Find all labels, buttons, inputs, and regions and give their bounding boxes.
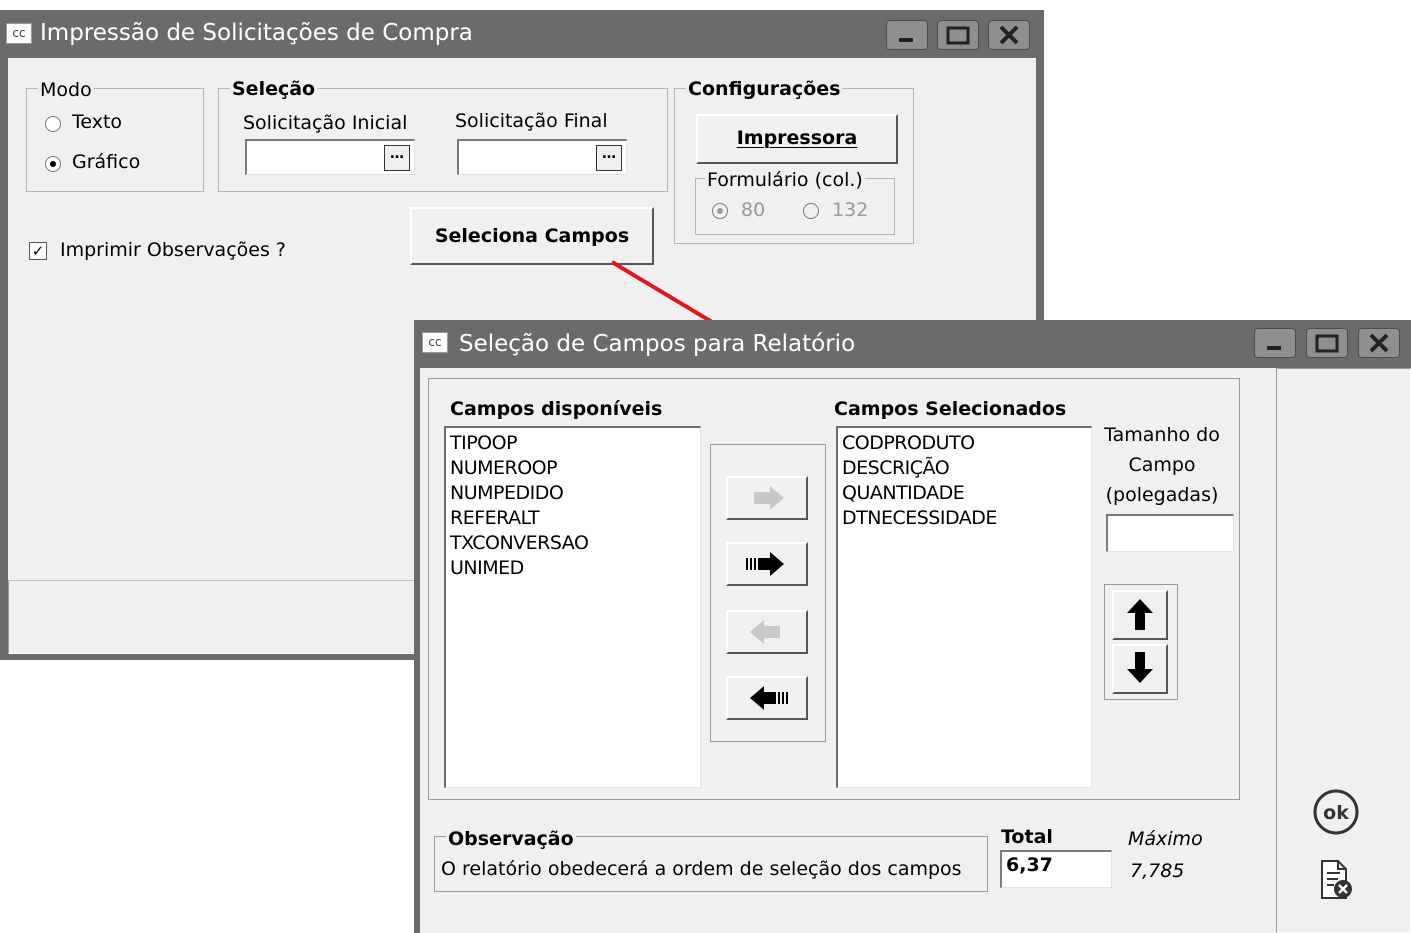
window2-title: Seleção de Campos para Relatório	[459, 331, 856, 357]
maximum-label: Máximo	[1128, 828, 1203, 850]
maximize-icon	[1315, 334, 1339, 353]
selected-fields-list[interactable]: CODPRODUTO DESCRIÇÃO QUANTIDADE DTNECESS…	[836, 426, 1092, 788]
move-left-button[interactable]	[726, 610, 808, 654]
action-column	[1276, 368, 1411, 933]
ok-icon: ok	[1313, 789, 1359, 835]
window2-titlebar[interactable]: cc Seleção de Campos para Relatório	[414, 320, 1411, 368]
maximize-button-2[interactable]	[1306, 328, 1348, 358]
selected-fields-label: Campos Selecionados	[834, 398, 1067, 420]
move-all-left-button[interactable]	[726, 676, 808, 720]
field-size-input[interactable]	[1106, 514, 1234, 552]
list-item[interactable]: UNIMED	[450, 556, 696, 581]
list-item[interactable]: NUMPEDIDO	[450, 481, 696, 506]
field-selection-window: cc Seleção de Campos para Relatório Camp…	[414, 320, 1411, 933]
list-item[interactable]: DESCRIÇÃO	[842, 456, 1087, 481]
close-icon	[1369, 333, 1389, 353]
move-up-icon	[1127, 599, 1153, 630]
ok-glyph: ok	[1323, 802, 1349, 824]
list-item[interactable]: QUANTIDADE	[842, 481, 1087, 506]
field-size-label-line3: (polegadas)	[1105, 484, 1219, 506]
move-down-button[interactable]	[1112, 644, 1168, 694]
move-all-left-icon	[750, 686, 788, 710]
move-all-right-button[interactable]	[726, 542, 808, 586]
move-left-icon	[750, 620, 780, 644]
move-all-right-icon	[746, 552, 784, 576]
move-right-icon	[754, 486, 784, 510]
list-item[interactable]: TXCONVERSAO	[450, 531, 696, 556]
window2-client: Campos disponíveis TIPOOP NUMEROOP NUMPE…	[420, 368, 1411, 933]
total-value: 6,37	[1006, 854, 1053, 876]
total-label: Total	[1001, 826, 1053, 848]
list-item[interactable]: DTNECESSIDADE	[842, 506, 1087, 531]
minimize-button-2[interactable]	[1254, 328, 1296, 358]
minimize-icon	[1267, 346, 1281, 350]
list-item[interactable]: TIPOOP	[450, 431, 696, 456]
app-icon-2: cc	[422, 332, 448, 353]
move-down-icon	[1127, 652, 1153, 683]
maximum-value: 7,785	[1130, 860, 1185, 882]
field-size-label-line1: Tamanho do	[1104, 424, 1220, 446]
close-button-2[interactable]	[1358, 328, 1400, 358]
available-fields-list[interactable]: TIPOOP NUMEROOP NUMPEDIDO REFERALT TXCON…	[444, 426, 701, 788]
list-item[interactable]: CODPRODUTO	[842, 431, 1087, 456]
cancel-document-icon	[1321, 860, 1352, 899]
move-up-button[interactable]	[1112, 590, 1168, 640]
ok-button[interactable]: ok	[1312, 788, 1360, 836]
available-fields-label: Campos disponíveis	[450, 398, 663, 420]
cancel-button[interactable]	[1316, 858, 1356, 902]
observation-label: Observação	[446, 828, 576, 850]
total-field[interactable]: 6,37	[1000, 850, 1112, 888]
observation-text: O relatório obedecerá a ordem de seleção…	[441, 858, 962, 880]
list-item[interactable]: NUMEROOP	[450, 456, 696, 481]
field-size-label-line2: Campo	[1128, 454, 1196, 476]
list-item[interactable]: REFERALT	[450, 506, 696, 531]
move-right-button[interactable]	[726, 476, 808, 520]
